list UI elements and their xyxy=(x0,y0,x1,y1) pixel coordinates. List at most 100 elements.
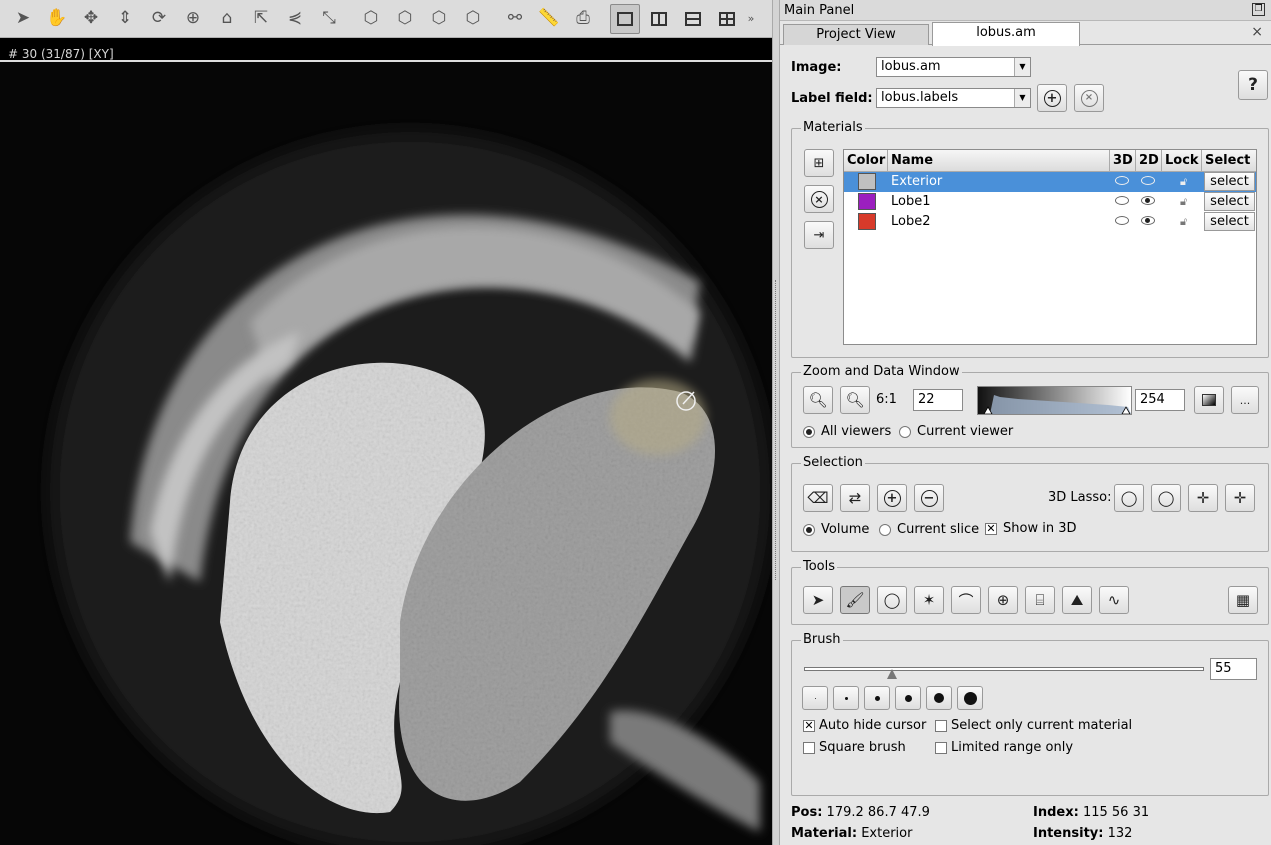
restore-window-icon[interactable]: ❐ xyxy=(1252,3,1265,16)
table-row[interactable]: Exterior 🔓︎ select xyxy=(844,172,1256,192)
brush-size-4-button[interactable] xyxy=(895,686,921,710)
radio-current-viewer[interactable] xyxy=(899,426,911,438)
seek-icon[interactable]: ⊕ xyxy=(178,4,208,34)
col-3d[interactable]: 3D xyxy=(1110,150,1136,172)
radio-all-viewers[interactable] xyxy=(803,426,815,438)
color-swatch[interactable] xyxy=(858,173,876,190)
tool-grid-button[interactable]: ▦ xyxy=(1228,586,1258,614)
data-window-min-input[interactable]: 22 xyxy=(913,389,963,411)
pan-hand-icon[interactable]: ✋ xyxy=(42,4,72,34)
clear-selection-button[interactable]: ⌫ xyxy=(803,484,833,512)
radio-volume-label[interactable]: Volume xyxy=(821,522,869,537)
more-tools-chevron-icon[interactable]: » xyxy=(746,4,756,34)
ruler-2d-icon[interactable]: 📏 xyxy=(534,4,564,34)
view-xz-icon[interactable]: ⬡ xyxy=(390,4,420,34)
lasso-add-button[interactable]: ◯ xyxy=(1114,484,1144,512)
radio-current-slice-label[interactable]: Current slice xyxy=(897,522,979,537)
eye-icon[interactable] xyxy=(1115,196,1129,205)
brush-size-2-button[interactable] xyxy=(833,686,859,710)
brush-size-input[interactable]: 55 xyxy=(1210,658,1257,680)
tab-lobus-am[interactable]: lobus.am xyxy=(932,22,1080,46)
eye-icon[interactable] xyxy=(1115,176,1129,185)
lock-icon[interactable]: 🔓︎ xyxy=(1180,215,1189,228)
radio-all-viewers-label[interactable]: All viewers xyxy=(821,424,891,439)
checkbox-show-in-3d-label[interactable]: Show in 3D xyxy=(1003,521,1076,536)
image-combo[interactable]: lobus.am ▼ xyxy=(876,57,1031,77)
col-select[interactable]: Select xyxy=(1202,150,1256,172)
rotate-icon[interactable]: ⟳ xyxy=(144,4,174,34)
table-row[interactable]: Lobe1 🔓︎ select xyxy=(844,192,1256,212)
subtract-selection-button[interactable]: − xyxy=(914,484,944,512)
layout-horizontal-split-icon[interactable] xyxy=(678,4,708,34)
lasso-subtract-button[interactable]: ◯ xyxy=(1151,484,1181,512)
layout-quad-icon[interactable] xyxy=(712,4,742,34)
checkbox-square-brush-label[interactable]: Square brush xyxy=(819,740,906,755)
brush-size-3-button[interactable] xyxy=(864,686,890,710)
colormap-button[interactable] xyxy=(1194,386,1224,414)
material-name[interactable]: Exterior xyxy=(891,172,942,192)
viewer-frame[interactable] xyxy=(0,60,772,845)
remove-label-field-button[interactable]: × xyxy=(1074,84,1104,112)
lock-icon[interactable]: 🔓︎ xyxy=(1180,175,1189,188)
add-material-button[interactable]: ⊞ xyxy=(804,149,834,177)
view-3d-icon[interactable]: ⬡ xyxy=(458,4,488,34)
zoom-in-button[interactable]: 🔍︎ xyxy=(803,386,833,414)
close-tab-icon[interactable]: × xyxy=(1251,24,1263,40)
invert-selection-button[interactable]: ⇄ xyxy=(840,484,870,512)
import-material-button[interactable]: ⇥ xyxy=(804,221,834,249)
brush-size-1-button[interactable] xyxy=(802,686,828,710)
tab-project-view[interactable]: Project View xyxy=(783,24,929,45)
tool-blow-button[interactable]: ⌸ xyxy=(1025,586,1055,614)
add-label-field-button[interactable]: + xyxy=(1037,84,1067,112)
tool-magic-wand-button[interactable]: ✶ xyxy=(914,586,944,614)
histogram-window[interactable] xyxy=(977,386,1132,415)
checkbox-auto-hide-cursor[interactable]: ✕ xyxy=(803,720,815,732)
checkbox-limited-range-label[interactable]: Limited range only xyxy=(951,740,1073,755)
home-icon[interactable]: ⌂ xyxy=(212,4,242,34)
data-window-max-input[interactable]: 254 xyxy=(1135,389,1185,411)
snapshot-camera-icon[interactable]: ⎙ xyxy=(568,4,598,34)
translate-icon[interactable]: ✥ xyxy=(76,4,106,34)
radio-volume[interactable] xyxy=(803,524,815,536)
eye-icon[interactable] xyxy=(1115,216,1129,225)
panel-splitter[interactable] xyxy=(772,0,780,845)
checkbox-show-in-3d[interactable]: ✕ xyxy=(985,523,997,535)
brush-size-6-button[interactable] xyxy=(957,686,983,710)
checkbox-only-current-material-label[interactable]: Select only current material xyxy=(951,718,1132,733)
eye-open-icon[interactable] xyxy=(1141,216,1155,225)
radio-current-viewer-label[interactable]: Current viewer xyxy=(917,424,1013,439)
material-name[interactable]: Lobe2 xyxy=(891,212,931,232)
col-color[interactable]: Color xyxy=(844,150,888,172)
delete-material-button[interactable]: × xyxy=(804,185,834,213)
measure-icon[interactable]: ⤡ xyxy=(314,4,344,34)
more-options-button[interactable]: ... xyxy=(1231,386,1259,414)
slice-viewer[interactable]: # 30 (31/87) [XY] xyxy=(0,38,772,845)
view-xy-icon[interactable]: ⬡ xyxy=(356,4,386,34)
color-swatch[interactable] xyxy=(858,193,876,210)
col-lock[interactable]: Lock xyxy=(1162,150,1202,172)
table-row[interactable]: Lobe2 🔓︎ select xyxy=(844,212,1256,232)
help-button[interactable]: ? xyxy=(1238,70,1268,100)
materials-table[interactable]: Color Name 3D 2D Lock Select Exterior 🔓︎… xyxy=(843,149,1257,345)
brush-size-slider[interactable] xyxy=(804,661,1206,679)
brush-size-5-button[interactable] xyxy=(926,686,952,710)
zoom-out-button[interactable]: 🔍︎ xyxy=(840,386,870,414)
eye-icon[interactable] xyxy=(1141,176,1155,185)
col-2d[interactable]: 2D xyxy=(1136,150,1162,172)
tool-livewire-button[interactable]: ∿ xyxy=(1099,586,1129,614)
select-button[interactable]: select xyxy=(1204,212,1255,231)
zoom-arrows-icon[interactable]: ⇕ xyxy=(110,4,140,34)
tool-propagating-contour-button[interactable]: ⌒ xyxy=(951,586,981,614)
col-name[interactable]: Name xyxy=(888,150,1110,172)
checkbox-only-current-material[interactable] xyxy=(935,720,947,732)
layout-vertical-split-icon[interactable] xyxy=(644,4,674,34)
lasso-shrink-button[interactable]: ✛ xyxy=(1225,484,1255,512)
checkbox-limited-range[interactable] xyxy=(935,742,947,754)
radio-current-slice[interactable] xyxy=(879,524,891,536)
view-all-icon[interactable]: ⋞ xyxy=(280,4,310,34)
tool-brush-button[interactable]: 🖌︎ xyxy=(840,586,870,614)
add-selection-button[interactable]: + xyxy=(877,484,907,512)
select-button[interactable]: select xyxy=(1204,192,1255,211)
checkbox-auto-hide-cursor-label[interactable]: Auto hide cursor xyxy=(819,718,926,733)
eye-open-icon[interactable] xyxy=(1141,196,1155,205)
